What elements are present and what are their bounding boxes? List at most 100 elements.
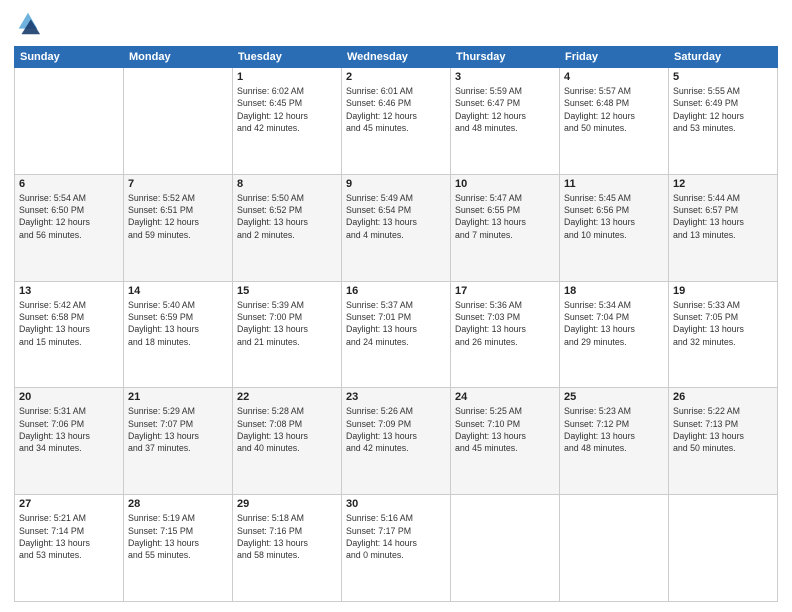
calendar-cell <box>669 495 778 602</box>
calendar-cell: 6 Sunrise: 5:54 AM Sunset: 6:50 PM Daylig… <box>15 174 124 281</box>
cell-info: Sunrise: 5:23 AM Sunset: 7:12 PM Dayligh… <box>564 405 664 454</box>
calendar-cell: 27 Sunrise: 5:21 AM Sunset: 7:14 PM Dayli… <box>15 495 124 602</box>
day-number: 30 <box>346 498 446 510</box>
cell-info: Sunrise: 6:02 AM Sunset: 6:45 PM Dayligh… <box>237 85 337 134</box>
cell-info: Sunrise: 5:47 AM Sunset: 6:55 PM Dayligh… <box>455 192 555 241</box>
day-number: 27 <box>19 498 119 510</box>
day-number: 29 <box>237 498 337 510</box>
day-number: 15 <box>237 285 337 297</box>
cell-info: Sunrise: 5:36 AM Sunset: 7:03 PM Dayligh… <box>455 299 555 348</box>
day-number: 7 <box>128 178 228 190</box>
weekday-header-wednesday: Wednesday <box>342 47 451 68</box>
day-number: 3 <box>455 71 555 83</box>
day-number: 25 <box>564 391 664 403</box>
cell-info: Sunrise: 5:34 AM Sunset: 7:04 PM Dayligh… <box>564 299 664 348</box>
day-number: 2 <box>346 71 446 83</box>
day-number: 11 <box>564 178 664 190</box>
day-number: 6 <box>19 178 119 190</box>
calendar-cell: 19 Sunrise: 5:33 AM Sunset: 7:05 PM Dayli… <box>669 281 778 388</box>
weekday-header-sunday: Sunday <box>15 47 124 68</box>
day-number: 17 <box>455 285 555 297</box>
calendar-cell: 7 Sunrise: 5:52 AM Sunset: 6:51 PM Daylig… <box>124 174 233 281</box>
calendar-cell: 5 Sunrise: 5:55 AM Sunset: 6:49 PM Daylig… <box>669 68 778 175</box>
day-number: 5 <box>673 71 773 83</box>
cell-info: Sunrise: 5:33 AM Sunset: 7:05 PM Dayligh… <box>673 299 773 348</box>
day-number: 18 <box>564 285 664 297</box>
calendar-cell: 13Sunrise: 5:42 AM Sunset: 6:58 PM Dayli… <box>15 281 124 388</box>
calendar-cell <box>560 495 669 602</box>
week-row-4: 20 Sunrise: 5:31 AM Sunset: 7:06 PM Dayli… <box>15 388 778 495</box>
day-number: 13 <box>19 285 119 297</box>
calendar-cell: 28Sunrise: 5:19 AM Sunset: 7:15 PM Dayli… <box>124 495 233 602</box>
calendar-cell: 10 Sunrise: 5:47 AM Sunset: 6:55 PM Dayli… <box>451 174 560 281</box>
calendar-cell: 8 Sunrise: 5:50 AM Sunset: 6:52 PM Daylig… <box>233 174 342 281</box>
week-row-3: 13Sunrise: 5:42 AM Sunset: 6:58 PM Dayli… <box>15 281 778 388</box>
cell-info: Sunrise: 5:18 AM Sunset: 7:16 PM Dayligh… <box>237 512 337 561</box>
cell-info: Sunrise: 5:40 AM Sunset: 6:59 PM Dayligh… <box>128 299 228 348</box>
day-number: 10 <box>455 178 555 190</box>
calendar-cell: 17 Sunrise: 5:36 AM Sunset: 7:03 PM Dayli… <box>451 281 560 388</box>
day-number: 26 <box>673 391 773 403</box>
calendar-cell: 2 Sunrise: 6:01 AM Sunset: 6:46 PM Daylig… <box>342 68 451 175</box>
day-number: 14 <box>128 285 228 297</box>
calendar-cell: 16Sunrise: 5:37 AM Sunset: 7:01 PM Dayli… <box>342 281 451 388</box>
weekday-header-friday: Friday <box>560 47 669 68</box>
calendar-cell: 15 Sunrise: 5:39 AM Sunset: 7:00 PM Dayli… <box>233 281 342 388</box>
cell-info: Sunrise: 5:45 AM Sunset: 6:56 PM Dayligh… <box>564 192 664 241</box>
calendar-cell: 9Sunrise: 5:49 AM Sunset: 6:54 PM Daylig… <box>342 174 451 281</box>
weekday-header-tuesday: Tuesday <box>233 47 342 68</box>
calendar-cell: 23 Sunrise: 5:26 AM Sunset: 7:09 PM Dayli… <box>342 388 451 495</box>
calendar-cell: 24 Sunrise: 5:25 AM Sunset: 7:10 PM Dayli… <box>451 388 560 495</box>
calendar-cell: 20 Sunrise: 5:31 AM Sunset: 7:06 PM Dayli… <box>15 388 124 495</box>
calendar-cell: 30 Sunrise: 5:16 AM Sunset: 7:17 PM Dayli… <box>342 495 451 602</box>
day-number: 24 <box>455 391 555 403</box>
calendar-cell: 25 Sunrise: 5:23 AM Sunset: 7:12 PM Dayli… <box>560 388 669 495</box>
day-number: 8 <box>237 178 337 190</box>
day-number: 20 <box>19 391 119 403</box>
cell-info: Sunrise: 5:31 AM Sunset: 7:06 PM Dayligh… <box>19 405 119 454</box>
day-number: 23 <box>346 391 446 403</box>
calendar-cell: 3Sunrise: 5:59 AM Sunset: 6:47 PM Daylig… <box>451 68 560 175</box>
day-number: 21 <box>128 391 228 403</box>
cell-info: Sunrise: 5:21 AM Sunset: 7:14 PM Dayligh… <box>19 512 119 561</box>
calendar-cell <box>124 68 233 175</box>
cell-info: Sunrise: 5:49 AM Sunset: 6:54 PM Dayligh… <box>346 192 446 241</box>
calendar-cell: 18 Sunrise: 5:34 AM Sunset: 7:04 PM Dayli… <box>560 281 669 388</box>
calendar-cell <box>451 495 560 602</box>
week-row-1: 1 Sunrise: 6:02 AM Sunset: 6:45 PM Daylig… <box>15 68 778 175</box>
cell-info: Sunrise: 5:39 AM Sunset: 7:00 PM Dayligh… <box>237 299 337 348</box>
weekday-header-saturday: Saturday <box>669 47 778 68</box>
cell-info: Sunrise: 5:55 AM Sunset: 6:49 PM Dayligh… <box>673 85 773 134</box>
header <box>14 10 778 38</box>
calendar-cell: 26 Sunrise: 5:22 AM Sunset: 7:13 PM Dayli… <box>669 388 778 495</box>
calendar-cell: 4Sunrise: 5:57 AM Sunset: 6:48 PM Daylig… <box>560 68 669 175</box>
calendar-cell: 12Sunrise: 5:44 AM Sunset: 6:57 PM Dayli… <box>669 174 778 281</box>
calendar-cell: 14 Sunrise: 5:40 AM Sunset: 6:59 PM Dayli… <box>124 281 233 388</box>
cell-info: Sunrise: 6:01 AM Sunset: 6:46 PM Dayligh… <box>346 85 446 134</box>
calendar-cell: 1 Sunrise: 6:02 AM Sunset: 6:45 PM Daylig… <box>233 68 342 175</box>
calendar-cell: 29 Sunrise: 5:18 AM Sunset: 7:16 PM Dayli… <box>233 495 342 602</box>
week-row-5: 27 Sunrise: 5:21 AM Sunset: 7:14 PM Dayli… <box>15 495 778 602</box>
day-number: 19 <box>673 285 773 297</box>
calendar-cell: 11 Sunrise: 5:45 AM Sunset: 6:56 PM Dayli… <box>560 174 669 281</box>
day-number: 28 <box>128 498 228 510</box>
calendar-cell: 21Sunrise: 5:29 AM Sunset: 7:07 PM Dayli… <box>124 388 233 495</box>
calendar-cell <box>15 68 124 175</box>
day-number: 1 <box>237 71 337 83</box>
cell-info: Sunrise: 5:54 AM Sunset: 6:50 PM Dayligh… <box>19 192 119 241</box>
cell-info: Sunrise: 5:25 AM Sunset: 7:10 PM Dayligh… <box>455 405 555 454</box>
logo <box>14 10 46 38</box>
calendar-cell: 22Sunrise: 5:28 AM Sunset: 7:08 PM Dayli… <box>233 388 342 495</box>
cell-info: Sunrise: 5:26 AM Sunset: 7:09 PM Dayligh… <box>346 405 446 454</box>
cell-info: Sunrise: 5:52 AM Sunset: 6:51 PM Dayligh… <box>128 192 228 241</box>
weekday-header-monday: Monday <box>124 47 233 68</box>
cell-info: Sunrise: 5:22 AM Sunset: 7:13 PM Dayligh… <box>673 405 773 454</box>
cell-info: Sunrise: 5:50 AM Sunset: 6:52 PM Dayligh… <box>237 192 337 241</box>
cell-info: Sunrise: 5:16 AM Sunset: 7:17 PM Dayligh… <box>346 512 446 561</box>
calendar-header-row: SundayMondayTuesdayWednesdayThursdayFrid… <box>15 47 778 68</box>
day-number: 22 <box>237 391 337 403</box>
calendar-body: 1 Sunrise: 6:02 AM Sunset: 6:45 PM Daylig… <box>15 68 778 602</box>
cell-info: Sunrise: 5:57 AM Sunset: 6:48 PM Dayligh… <box>564 85 664 134</box>
logo-icon <box>14 10 42 38</box>
page: SundayMondayTuesdayWednesdayThursdayFrid… <box>0 0 792 612</box>
